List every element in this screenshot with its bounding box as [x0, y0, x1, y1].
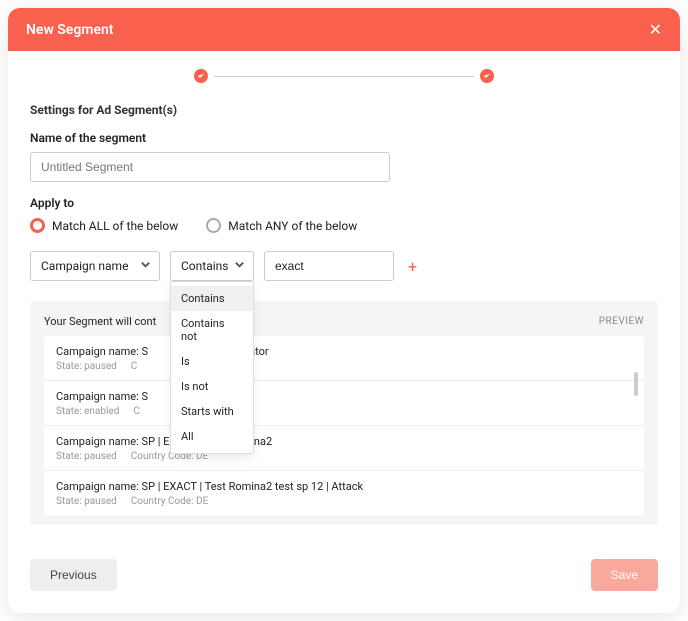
- result-meta: State: enabledC: [56, 406, 632, 417]
- result-name: Campaign name: Sxxxxxxxxxxpaign Creator: [56, 345, 632, 358]
- chevron-down-icon: [140, 259, 151, 273]
- radio-match-any[interactable]: Match ANY of the below: [206, 218, 357, 233]
- close-icon[interactable]: ✕: [649, 20, 662, 39]
- dropdown-item[interactable]: Starts with: [171, 399, 253, 424]
- operator-dropdown: Contains Contains not Is Is not Starts w…: [170, 281, 254, 454]
- result-meta: State: pausedCountry Code: DE: [56, 451, 632, 462]
- dropdown-item[interactable]: Is: [171, 349, 253, 374]
- new-segment-modal: New Segment ✕ Settings for Ad Segment(s)…: [8, 8, 680, 613]
- modal-title: New Segment: [26, 22, 114, 38]
- radio-label: Match ALL of the below: [52, 219, 178, 233]
- applyto-label: Apply to: [30, 196, 658, 210]
- rule-field-select[interactable]: Campaign name: [30, 251, 160, 281]
- segment-name-input[interactable]: [30, 152, 390, 182]
- chevron-down-icon: [234, 259, 245, 273]
- modal-footer: Previous Save: [8, 543, 680, 613]
- section-title: Settings for Ad Segment(s): [30, 103, 658, 117]
- list-item: Campaign name: SP | EXACT | Test Romina2…: [44, 471, 644, 515]
- add-rule-button[interactable]: +: [404, 257, 421, 276]
- rule-operator-value: Contains: [181, 259, 228, 273]
- save-button[interactable]: Save: [591, 559, 658, 591]
- rule-field-value: Campaign name: [41, 259, 128, 273]
- stepper: [8, 51, 680, 93]
- applyto-options: Match ALL of the below Match ANY of the …: [30, 218, 658, 233]
- preview-link[interactable]: PREVIEW: [599, 316, 644, 327]
- step-connector: [214, 76, 474, 77]
- rule-row: Campaign name Contains + Contains Contai…: [30, 251, 658, 281]
- result-name: Campaign name: Sxxxxxxxxxxegmente: [56, 390, 632, 403]
- dropdown-item[interactable]: Is not: [171, 374, 253, 399]
- preview-panel: Your Segment will cont PREVIEW Campaign …: [30, 301, 658, 525]
- result-meta: State: pausedCountry Code: DE: [56, 496, 632, 507]
- result-name: Campaign name: SP | EXACT | Test Romina2…: [56, 480, 632, 493]
- modal-body: Settings for Ad Segment(s) Name of the s…: [8, 93, 680, 543]
- scrollbar[interactable]: [634, 372, 638, 396]
- dropdown-item[interactable]: Contains: [171, 286, 253, 311]
- radio-match-all[interactable]: Match ALL of the below: [30, 218, 178, 233]
- radio-label: Match ANY of the below: [228, 219, 357, 233]
- list-item: Campaign name: Sxxxxxxxxxxpaign Creator …: [44, 336, 644, 381]
- preview-results: Campaign name: Sxxxxxxxxxxpaign Creator …: [44, 336, 644, 515]
- preview-title: Your Segment will cont: [44, 315, 156, 328]
- modal-header: New Segment ✕: [8, 8, 680, 51]
- result-meta: State: pausedC: [56, 361, 632, 372]
- radio-icon: [206, 218, 221, 233]
- rule-value-input[interactable]: [264, 251, 394, 281]
- list-item: Campaign name: SP | EXACT | Test Romina2…: [44, 426, 644, 471]
- step-2-dot: [480, 69, 494, 83]
- rule-operator-select[interactable]: Contains: [170, 251, 254, 281]
- step-1-dot: [194, 69, 208, 83]
- radio-icon: [30, 218, 45, 233]
- dropdown-item[interactable]: Contains not: [171, 311, 253, 349]
- name-label: Name of the segment: [30, 131, 658, 145]
- previous-button[interactable]: Previous: [30, 559, 117, 591]
- dropdown-item[interactable]: All: [171, 424, 253, 449]
- list-item: Campaign name: Sxxxxxxxxxxegmente State:…: [44, 381, 644, 426]
- result-name: Campaign name: SP | EXACT | Test Romina2: [56, 435, 632, 448]
